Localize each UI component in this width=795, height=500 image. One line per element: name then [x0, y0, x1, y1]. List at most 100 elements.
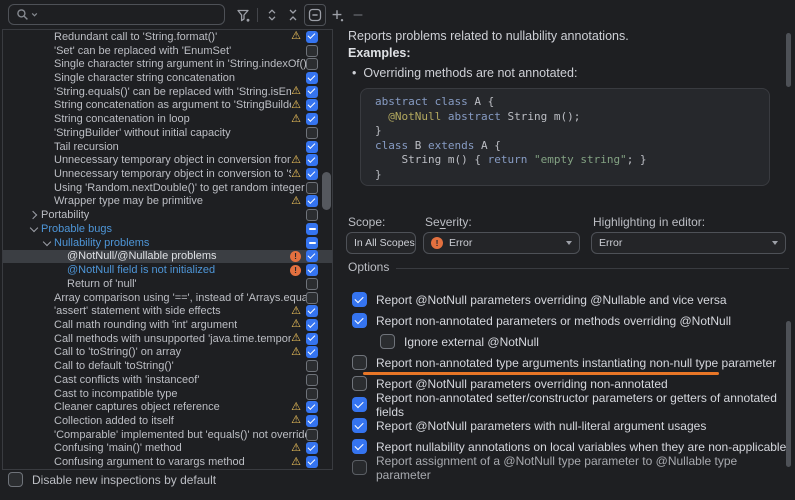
- tree-row[interactable]: Redundant call to 'String.format()'⚠: [3, 30, 332, 44]
- option-checkbox[interactable]: [352, 439, 367, 454]
- tree-row[interactable]: Confusing argument to varargs method⚠: [3, 455, 332, 469]
- inspection-checkbox[interactable]: [306, 58, 318, 70]
- tree-item-label: 'Set' can be replaced with 'EnumSet': [54, 45, 231, 57]
- inspection-checkbox[interactable]: [306, 113, 318, 125]
- tree-item-label: 'Comparable' implemented but 'equals()' …: [54, 429, 306, 441]
- scope-dropdown[interactable]: In All Scopes: [346, 232, 416, 254]
- tree-row[interactable]: Cast to incompatible type: [3, 387, 332, 401]
- tree-row[interactable]: Single character string argument in 'Str…: [3, 57, 332, 71]
- inspection-search-field[interactable]: [8, 4, 225, 25]
- option-checkbox[interactable]: [352, 418, 367, 433]
- tree-row[interactable]: Cast conflicts with 'instanceof': [3, 373, 332, 387]
- inspection-checkbox[interactable]: [306, 346, 318, 358]
- inspection-checkbox[interactable]: [306, 305, 318, 317]
- collapse-all-icon: [285, 7, 301, 23]
- code-line: @NotNull abstract String m();: [375, 110, 755, 125]
- highlighting-dropdown[interactable]: Error: [591, 232, 786, 254]
- inspection-checkbox[interactable]: [306, 182, 318, 194]
- filter-button[interactable]: [233, 5, 253, 25]
- tree-row[interactable]: 'assert' statement with side effects⚠: [3, 304, 332, 318]
- tree-row[interactable]: Confusing 'main()' method⚠: [3, 442, 332, 456]
- chevron-placeholder: [41, 318, 54, 331]
- tree-row[interactable]: Probable bugs: [3, 222, 332, 236]
- inspection-checkbox[interactable]: [306, 292, 318, 304]
- inspection-checkbox[interactable]: [306, 415, 318, 427]
- inspection-checkbox[interactable]: [306, 442, 318, 454]
- inspection-checkbox[interactable]: [306, 250, 318, 262]
- inspection-checkbox[interactable]: [306, 388, 318, 400]
- tree-row[interactable]: Using 'Random.nextDouble()' to get rando…: [3, 181, 332, 195]
- disable-new-inspections-checkbox[interactable]: [8, 472, 23, 487]
- tree-row[interactable]: Tail recursion: [3, 140, 332, 154]
- tree-row[interactable]: Return of 'null': [3, 277, 332, 291]
- tree-row[interactable]: Cleaner captures object reference⚠: [3, 400, 332, 414]
- tree-row[interactable]: Call to 'toString()' on array⚠: [3, 346, 332, 360]
- tree-row[interactable]: Portability: [3, 208, 332, 222]
- inspection-checkbox[interactable]: [306, 360, 318, 372]
- expand-all-button[interactable]: [262, 5, 282, 25]
- inspection-search-input[interactable]: [40, 8, 224, 22]
- option-checkbox[interactable]: [352, 355, 367, 370]
- inspection-checkbox[interactable]: [306, 127, 318, 139]
- description-scrollbar[interactable]: [786, 33, 791, 87]
- inspection-checkbox[interactable]: [306, 99, 318, 111]
- tree-row[interactable]: String concatenation as argument to 'Str…: [3, 99, 332, 113]
- inspection-checkbox[interactable]: [306, 456, 318, 468]
- inspection-checkbox[interactable]: [306, 86, 318, 98]
- severity-dropdown[interactable]: Error: [423, 232, 580, 254]
- tree-row[interactable]: Call math rounding with 'int' argument⚠: [3, 318, 332, 332]
- inspection-checkbox[interactable]: [306, 319, 318, 331]
- tree-row[interactable]: Call to default 'toString()': [3, 359, 332, 373]
- inspection-checkbox[interactable]: [306, 209, 318, 221]
- tree-row[interactable]: @NotNull/@Nullable problems: [3, 250, 332, 264]
- inspection-checkbox[interactable]: [306, 31, 318, 43]
- tree-row[interactable]: 'Set' can be replaced with 'EnumSet': [3, 44, 332, 58]
- options-scrollbar[interactable]: [786, 321, 791, 467]
- disable-inspection-button[interactable]: [304, 4, 326, 26]
- tree-row[interactable]: Unnecessary temporary object in conversi…: [3, 167, 332, 181]
- error-icon: [290, 265, 301, 276]
- chevron-right-icon[interactable]: [28, 209, 41, 222]
- inspection-checkbox[interactable]: [306, 237, 318, 249]
- inspection-checkbox[interactable]: [306, 154, 318, 166]
- tree-row[interactable]: Single character string concatenation: [3, 71, 332, 85]
- option-label: Report nullability annotations on local …: [376, 440, 786, 454]
- inspection-checkbox[interactable]: [306, 264, 318, 276]
- tree-row[interactable]: Wrapper type may be primitive⚠: [3, 195, 332, 209]
- option-checkbox[interactable]: [352, 460, 367, 475]
- inspection-checkbox[interactable]: [306, 141, 318, 153]
- chevron-down-icon[interactable]: [41, 236, 54, 249]
- inspection-checkbox[interactable]: [306, 374, 318, 386]
- tree-row[interactable]: 'String.equals()' can be replaced with '…: [3, 85, 332, 99]
- chevron-down-icon[interactable]: [28, 222, 41, 235]
- tree-row[interactable]: Collection added to itself⚠: [3, 414, 332, 428]
- tree-row[interactable]: Unnecessary temporary object in conversi…: [3, 153, 332, 167]
- tree-row[interactable]: Nullability problems: [3, 236, 332, 250]
- tree-row[interactable]: @NotNull field is not initialized: [3, 263, 332, 277]
- tree-row[interactable]: 'StringBuilder' without initial capacity: [3, 126, 332, 140]
- option-checkbox[interactable]: [380, 334, 395, 349]
- collapse-all-button[interactable]: [283, 5, 303, 25]
- option-checkbox[interactable]: [352, 292, 367, 307]
- inspection-checkbox[interactable]: [306, 401, 318, 413]
- option-checkbox[interactable]: [352, 313, 367, 328]
- tree-row[interactable]: Array comparison using '==', instead of …: [3, 291, 332, 305]
- tree-scrollbar[interactable]: [322, 172, 331, 210]
- inspection-checkbox[interactable]: [306, 72, 318, 84]
- inspection-checkbox[interactable]: [306, 195, 318, 207]
- option-checkbox[interactable]: [352, 397, 367, 412]
- tree-row[interactable]: String concatenation in loop⚠: [3, 112, 332, 126]
- disable-new-inspections-row[interactable]: Disable new inspections by default: [8, 472, 216, 487]
- inspection-checkbox[interactable]: [306, 168, 318, 180]
- add-inspection-button[interactable]: [327, 5, 347, 25]
- inspection-checkbox[interactable]: [306, 223, 318, 235]
- inspection-checkbox[interactable]: [306, 45, 318, 57]
- inspection-checkbox[interactable]: [306, 333, 318, 345]
- option-checkbox[interactable]: [352, 376, 367, 391]
- inspection-checkbox[interactable]: [306, 429, 318, 441]
- warning-icon: ⚠: [291, 443, 301, 454]
- tree-row[interactable]: 'Comparable' implemented but 'equals()' …: [3, 428, 332, 442]
- option-row: Report non-annotated parameters or metho…: [346, 310, 795, 331]
- tree-row[interactable]: Call methods with unsupported 'java.time…: [3, 332, 332, 346]
- inspection-checkbox[interactable]: [306, 278, 318, 290]
